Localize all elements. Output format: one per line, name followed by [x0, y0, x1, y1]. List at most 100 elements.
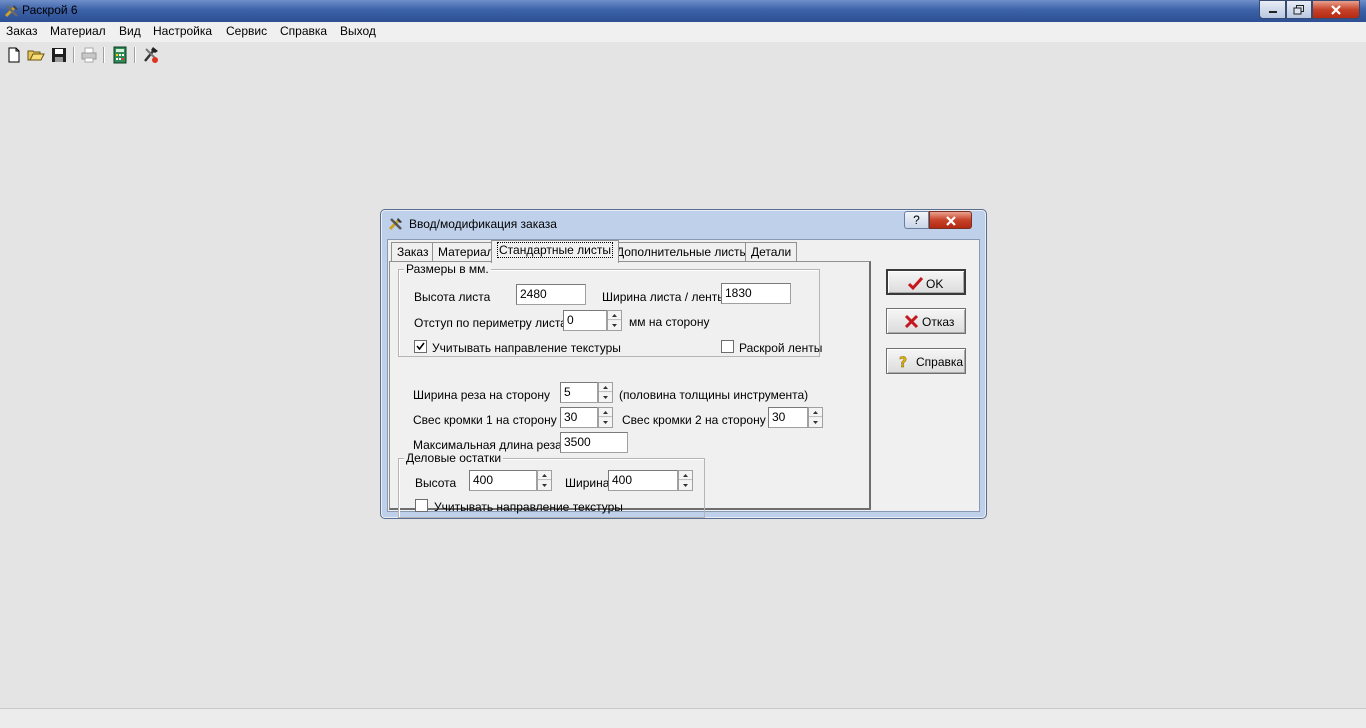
menu-settings[interactable]: Настройка: [153, 24, 212, 38]
sizes-group-label: Размеры в мм.: [404, 262, 491, 276]
arrow-down-icon: [603, 396, 608, 399]
offcut-width-spinner[interactable]: [678, 470, 693, 491]
toolbar: [0, 43, 1366, 69]
menu-help[interactable]: Справка: [280, 24, 327, 38]
cross-icon: [904, 314, 919, 329]
cut-width-note: (половина толщины инструмента): [619, 388, 809, 402]
menu-service[interactable]: Сервис: [226, 24, 267, 38]
edge2-label: Свес кромки 2 на сторону: [622, 413, 766, 427]
arrow-down-icon: [813, 421, 818, 424]
perimeter-offset-input[interactable]: 0: [563, 310, 607, 331]
new-document-icon[interactable]: [5, 46, 23, 64]
offcut-width-input[interactable]: 400: [608, 470, 678, 491]
texture-direction-checkbox[interactable]: [414, 340, 427, 353]
spin-down-button[interactable]: [679, 481, 692, 490]
print-icon[interactable]: [80, 46, 98, 64]
order-dialog: Ввод/модификация заказа ? Заказ Материал…: [380, 209, 987, 519]
cut-width-input[interactable]: 5: [560, 382, 598, 403]
restore-icon: [1293, 4, 1304, 14]
close-button[interactable]: [1312, 0, 1360, 19]
ok-button[interactable]: OK: [886, 269, 966, 295]
status-bar: [0, 708, 1366, 728]
edge2-input[interactable]: 30: [768, 407, 808, 428]
restore-button[interactable]: [1286, 0, 1312, 19]
cancel-button[interactable]: Отказ: [886, 308, 966, 334]
toolbar-separator: [73, 47, 75, 63]
arrow-down-icon: [542, 484, 547, 487]
cut-tool-icon[interactable]: [142, 46, 160, 64]
tab-standard-sheets[interactable]: Стандартные листы: [491, 240, 619, 263]
dialog-title: Ввод/модификация заказа: [409, 217, 557, 231]
checkmark-icon: [416, 342, 425, 351]
help-button[interactable]: ? Справка: [886, 348, 966, 374]
minimize-icon: [1268, 10, 1277, 13]
spin-down-button[interactable]: [538, 481, 551, 490]
offcut-width-label: Ширина: [565, 476, 610, 490]
spin-up-button[interactable]: [599, 383, 612, 392]
tape-cut-checkbox[interactable]: [721, 340, 734, 353]
perimeter-offset-unit: мм на сторону: [629, 315, 710, 329]
offcuts-group: Деловые остатки Высота 400 Ширина 400 Уч…: [398, 451, 705, 518]
tab-label: Дополнительные листы: [616, 245, 749, 259]
offcut-height-spinner[interactable]: [537, 470, 552, 491]
main-title-bar[interactable]: Раскрой 6: [0, 0, 1366, 22]
calculator-icon[interactable]: [111, 46, 129, 64]
window-title: Раскрой 6: [22, 3, 78, 17]
spin-up-button[interactable]: [809, 408, 822, 417]
sheet-width-label: Ширина листа / ленты: [602, 290, 726, 304]
edge1-spinner[interactable]: [598, 407, 613, 428]
save-disk-icon[interactable]: [50, 46, 68, 64]
perimeter-offset-spinner[interactable]: [607, 310, 622, 331]
arrow-up-icon: [683, 474, 688, 477]
tab-additional-sheets[interactable]: Дополнительные листы: [610, 242, 755, 262]
tab-order[interactable]: Заказ: [391, 242, 435, 262]
max-cut-label: Максимальная длина реза: [413, 438, 562, 452]
dialog-help-button[interactable]: ?: [904, 211, 929, 229]
sheet-height-input[interactable]: 2480: [516, 284, 586, 305]
spin-up-button[interactable]: [679, 471, 692, 480]
spin-down-button[interactable]: [599, 393, 612, 402]
spin-up-button[interactable]: [538, 471, 551, 480]
toolbar-separator: [134, 47, 136, 63]
spin-up-button[interactable]: [599, 408, 612, 417]
standard-sheets-panel: Размеры в мм. Высота листа 2480 Ширина л…: [389, 261, 871, 518]
sheet-width-input[interactable]: 1830: [721, 283, 791, 304]
arrow-up-icon: [542, 474, 547, 477]
tab-details[interactable]: Детали: [745, 242, 798, 262]
tab-label: Материал: [438, 245, 494, 259]
offcut-height-input[interactable]: 400: [469, 470, 537, 491]
edge2-spinner[interactable]: [808, 407, 823, 428]
minimize-button[interactable]: [1259, 0, 1286, 19]
edge1-input[interactable]: 30: [560, 407, 598, 428]
spin-down-button[interactable]: [608, 321, 621, 330]
svg-text:?: ?: [899, 355, 907, 369]
menu-order[interactable]: Заказ: [6, 24, 37, 38]
menu-bar: Заказ Материал Вид Настройка Сервис Спра…: [0, 22, 1366, 42]
toolbar-separator: [103, 47, 105, 63]
ok-button-label: OK: [926, 277, 944, 291]
cut-width-spinner[interactable]: [598, 382, 613, 403]
app-tools-icon: [4, 5, 18, 18]
max-cut-input[interactable]: 3500: [560, 432, 628, 453]
question-mark-icon: ?: [913, 213, 920, 227]
spin-up-button[interactable]: [608, 311, 621, 320]
open-folder-icon[interactable]: [27, 46, 45, 64]
arrow-up-icon: [612, 314, 617, 317]
offcut-texture-direction-checkbox[interactable]: [415, 499, 428, 512]
perimeter-offset-label: Отступ по периметру листа: [414, 316, 567, 330]
offcut-height-label: Высота: [415, 476, 457, 490]
dialog-close-button[interactable]: [929, 211, 972, 229]
tab-label: Стандартные листы: [497, 242, 613, 258]
spin-down-button[interactable]: [599, 418, 612, 427]
menu-view[interactable]: Вид: [119, 24, 141, 38]
spin-down-button[interactable]: [809, 418, 822, 427]
menu-material[interactable]: Материал: [50, 24, 106, 38]
edge1-label: Свес кромки 1 на сторону: [413, 413, 557, 427]
offcut-texture-direction-label: Учитывать направление текстуры: [434, 500, 623, 514]
tab-material[interactable]: Материал: [432, 242, 500, 262]
close-icon: [1331, 4, 1341, 15]
texture-direction-label: Учитывать направление текстуры: [432, 341, 621, 355]
menu-exit[interactable]: Выход: [340, 24, 376, 38]
arrow-up-icon: [603, 411, 608, 414]
checkmark-icon: [908, 276, 923, 291]
